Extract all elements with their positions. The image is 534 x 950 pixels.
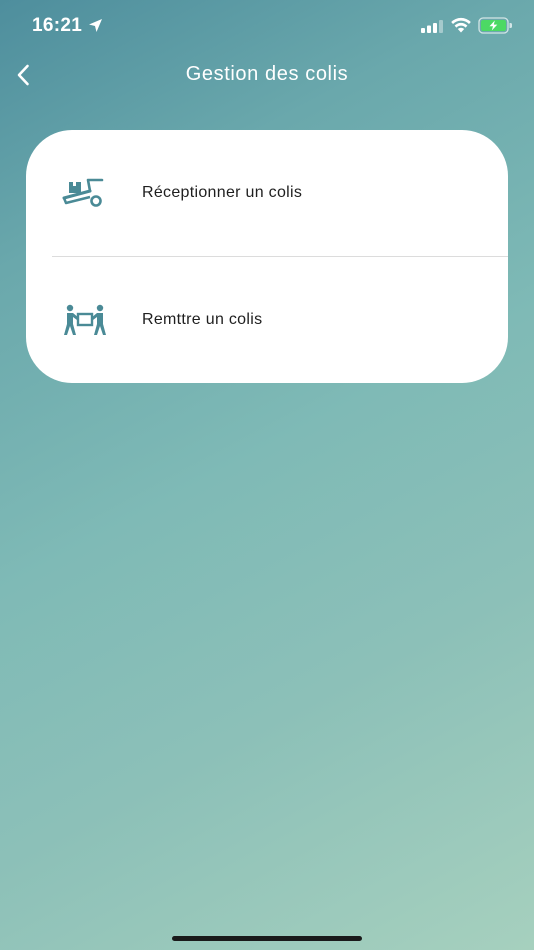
menu-item-label: Réceptionner un colis xyxy=(142,184,303,201)
navigation-bar: Gestion des colis xyxy=(0,52,534,98)
menu-item-receive-package[interactable]: Réceptionner un colis xyxy=(26,130,508,256)
menu-item-hand-over-package[interactable]: Remttre un colis xyxy=(26,257,508,383)
battery-charging-icon xyxy=(478,17,512,34)
menu-card: Réceptionner un colis Remttre un colis xyxy=(26,130,508,383)
location-arrow-icon xyxy=(89,19,102,32)
status-time: 16:21 xyxy=(32,15,83,36)
hand-truck-icon xyxy=(62,178,104,207)
wifi-icon xyxy=(451,17,471,33)
menu-item-label: Remttre un colis xyxy=(142,311,263,328)
home-indicator[interactable] xyxy=(172,936,362,941)
cellular-signal-icon xyxy=(421,20,443,33)
people-handover-icon xyxy=(64,304,106,335)
page-title: Gestion des colis xyxy=(185,63,349,85)
status-bar: 16:21 xyxy=(0,0,534,52)
